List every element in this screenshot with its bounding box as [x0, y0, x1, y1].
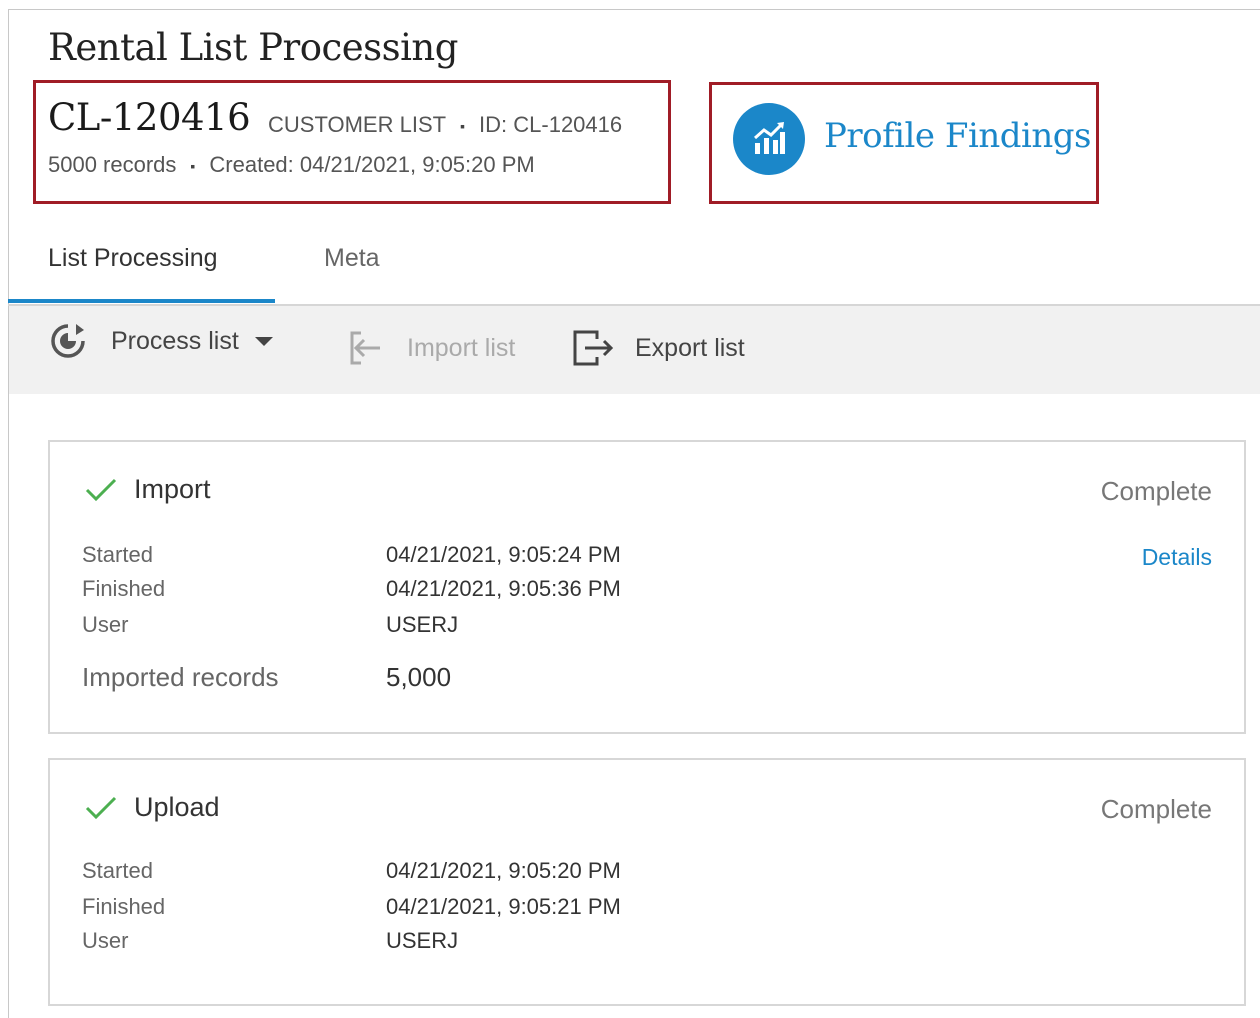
tab-bar: List Processing Meta: [8, 236, 1260, 306]
imported-records-value: 5,000: [386, 662, 452, 692]
process-list-label: Process list: [111, 326, 239, 355]
chart-trend-icon[interactable]: [733, 103, 805, 175]
list-type: CUSTOMER LIST: [268, 112, 447, 137]
started-value: 04/21/2021, 9:05:20 PM: [386, 858, 621, 883]
list-id-text: ID: CL-120416: [479, 112, 623, 137]
tab-list-processing[interactable]: List Processing: [48, 244, 218, 273]
separator: ▪: [190, 158, 196, 175]
checkmark-icon: [85, 478, 117, 501]
export-icon: [573, 330, 614, 366]
finished-label: Finished: [82, 576, 166, 601]
imported-records-label: Imported records: [82, 662, 279, 692]
list-meta-records: 5000 records ▪ Created: 04/21/2021, 9:05:2…: [48, 152, 535, 178]
finished-label: Finished: [82, 894, 166, 919]
finished-value: 04/21/2021, 9:05:21 PM: [386, 894, 621, 919]
started-label: Started: [82, 858, 153, 883]
import-step-card: Import Complete Details Started 04/21/20…: [48, 440, 1246, 734]
active-tab-indicator: [8, 299, 275, 303]
created-date: Created: 04/21/2021, 9:05:20 PM: [209, 152, 535, 177]
page-title: Rental List Processing: [48, 26, 458, 69]
upload-step-header: Upload: [84, 792, 220, 823]
started-value: 04/21/2021, 9:05:24 PM: [386, 542, 621, 567]
chart-trend-icon-svg: [754, 122, 785, 154]
profile-findings-link[interactable]: Profile Findings: [824, 116, 1091, 156]
checkmark-icon: [85, 796, 117, 819]
started-label: Started: [82, 542, 153, 567]
import-step-title: Import: [134, 474, 211, 504]
user-label: User: [82, 612, 129, 637]
toolbar: Process list Import list Export list: [9, 306, 1260, 394]
upload-step-title: Upload: [134, 792, 220, 822]
finished-value: 04/21/2021, 9:05:36 PM: [386, 576, 621, 601]
record-count: 5000 records: [48, 152, 177, 177]
separator: ▪: [460, 118, 466, 135]
list-meta-type: CUSTOMER LIST ▪ ID: CL-120416: [268, 112, 622, 138]
list-id: CL-120416: [48, 96, 251, 139]
user-label: User: [82, 928, 129, 953]
import-icon: [350, 331, 380, 365]
process-list-button[interactable]: Process list: [49, 322, 273, 360]
user-value: USERJ: [386, 612, 459, 637]
process-icon: [51, 324, 85, 358]
import-list-label: Import list: [407, 333, 516, 362]
chevron-down-icon: [254, 336, 273, 346]
status-badge: Complete: [1100, 476, 1212, 506]
details-link[interactable]: Details: [1142, 544, 1212, 571]
import-step-header: Import: [84, 474, 211, 505]
user-value: USERJ: [386, 928, 459, 953]
upload-step-card: Upload Complete Started 04/21/2021, 9:05…: [48, 758, 1246, 1006]
tab-meta[interactable]: Meta: [324, 244, 380, 273]
export-list-button[interactable]: Export list: [571, 328, 745, 368]
export-list-label: Export list: [635, 333, 745, 362]
import-list-button[interactable]: Import list: [347, 328, 515, 368]
status-badge: Complete: [1100, 794, 1212, 824]
